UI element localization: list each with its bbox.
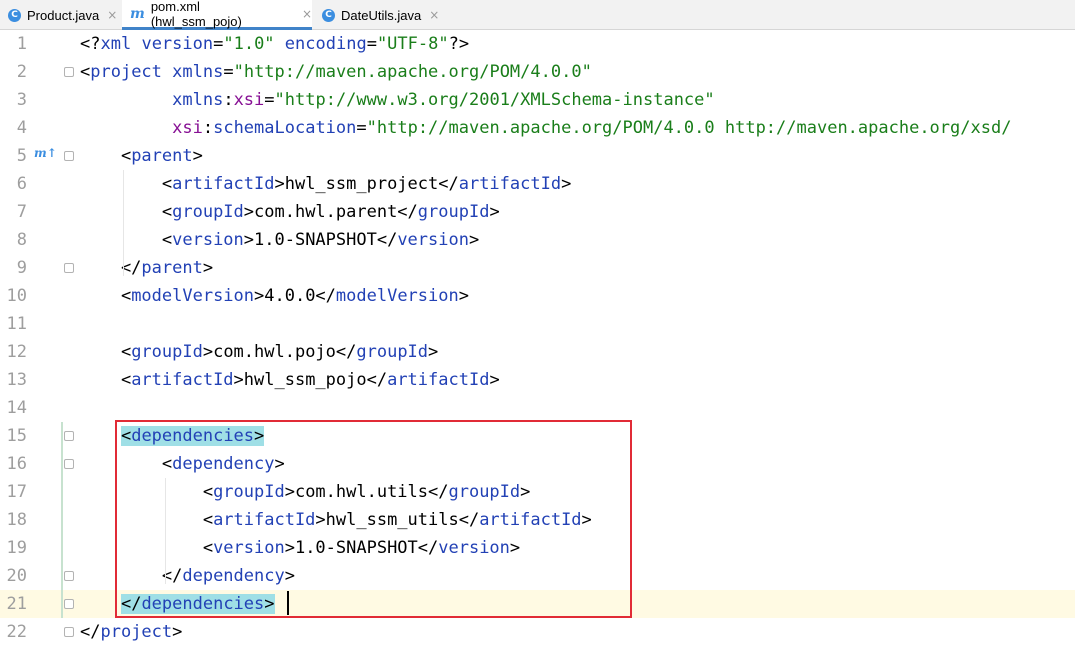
- vcs-change-marker[interactable]: [61, 422, 63, 618]
- line-number: 14: [6, 398, 27, 418]
- code-text: <modelVersion>4.0.0</modelVersion>: [80, 286, 469, 306]
- code-text: <project xmlns="http://maven.apache.org/…: [80, 62, 592, 82]
- line-number: 9: [16, 258, 27, 278]
- fold-toggle-icon[interactable]: [64, 599, 74, 609]
- line-number: 5: [16, 146, 27, 166]
- line-number: 4: [16, 118, 27, 138]
- code-line[interactable]: 9 </parent>: [0, 254, 1075, 282]
- code-text: <version>1.0-SNAPSHOT</version>: [80, 230, 480, 250]
- code-line[interactable]: 7 <groupId>com.hwl.parent</groupId>: [0, 198, 1075, 226]
- code-line[interactable]: 1 <?xml version="1.0" encoding="UTF-8"?>: [0, 30, 1075, 58]
- code-line[interactable]: 4 xsi:schemaLocation="http://maven.apach…: [0, 114, 1075, 142]
- fold-toggle-icon[interactable]: [64, 263, 74, 273]
- code-line[interactable]: 8 <version>1.0-SNAPSHOT</version>: [0, 226, 1075, 254]
- line-number: 18: [6, 510, 27, 530]
- code-text: <groupId>com.hwl.parent</groupId>: [80, 202, 500, 222]
- editor-tab-bar: C Product.java × m pom.xml (hwl_ssm_pojo…: [0, 0, 1075, 30]
- fold-toggle-icon[interactable]: [64, 459, 74, 469]
- tab-product-java[interactable]: C Product.java ×: [8, 0, 120, 30]
- line-number: 21: [6, 594, 27, 614]
- close-tab-icon[interactable]: ×: [302, 7, 312, 21]
- line-number: 1: [16, 34, 27, 54]
- fold-toggle-icon[interactable]: [64, 151, 74, 161]
- fold-toggle-icon[interactable]: [64, 67, 74, 77]
- tab-label: DateUtils.java: [341, 7, 422, 23]
- tab-pom-xml[interactable]: m pom.xml (hwl_ssm_pojo) ×: [122, 0, 312, 30]
- tab-label: Product.java: [27, 7, 100, 23]
- line-number: 8: [16, 230, 27, 250]
- selection-highlight-box: [115, 420, 632, 618]
- tab-label: pom.xml (hwl_ssm_pojo): [150, 0, 242, 29]
- code-line[interactable]: 6 <artifactId>hwl_ssm_project</artifactI…: [0, 170, 1075, 198]
- maven-parent-gutter-icon[interactable]: m↑: [34, 146, 57, 160]
- close-tab-icon[interactable]: ×: [107, 8, 117, 22]
- line-number: 11: [6, 314, 27, 334]
- indent-guide: [123, 170, 124, 276]
- fold-toggle-icon[interactable]: [64, 431, 74, 441]
- code-line[interactable]: 12 <groupId>com.hwl.pojo</groupId>: [0, 338, 1075, 366]
- code-line[interactable]: 11: [0, 310, 1075, 338]
- code-line[interactable]: 13 <artifactId>hwl_ssm_pojo</artifactId>: [0, 366, 1075, 394]
- tab-dateutils-java[interactable]: C DateUtils.java ×: [322, 0, 442, 30]
- code-line[interactable]: 2 <project xmlns="http://maven.apache.org…: [0, 58, 1075, 86]
- close-tab-icon[interactable]: ×: [429, 8, 439, 22]
- line-number: 2: [16, 62, 27, 82]
- code-text: <artifactId>hwl_ssm_pojo</artifactId>: [80, 370, 500, 390]
- code-line[interactable]: 14: [0, 394, 1075, 422]
- code-line[interactable]: 22 </project>: [0, 618, 1075, 646]
- code-text: xmlns:xsi="http://www.w3.org/2001/XMLSch…: [172, 90, 715, 110]
- code-text: <?xml version="1.0" encoding="UTF-8"?>: [80, 34, 470, 54]
- fold-toggle-icon[interactable]: [64, 627, 74, 637]
- text-caret: [287, 591, 289, 615]
- line-number: 17: [6, 482, 27, 502]
- code-text: xsi:schemaLocation="http://maven.apache.…: [172, 118, 1012, 138]
- line-number: 22: [6, 622, 27, 642]
- line-number: 6: [16, 174, 27, 194]
- code-text: <parent>: [80, 146, 203, 166]
- code-text: <groupId>com.hwl.pojo</groupId>: [80, 342, 439, 362]
- code-line[interactable]: 10 <modelVersion>4.0.0</modelVersion>: [0, 282, 1075, 310]
- line-number: 19: [6, 538, 27, 558]
- code-text: <artifactId>hwl_ssm_project</artifactId>: [80, 174, 572, 194]
- line-number: 3: [16, 90, 27, 110]
- line-number: 13: [6, 370, 27, 390]
- line-number: 16: [6, 454, 27, 474]
- code-text: </parent>: [80, 258, 214, 278]
- java-class-icon: C: [8, 8, 21, 22]
- line-number: 15: [6, 426, 27, 446]
- line-number: 12: [6, 342, 27, 362]
- code-line[interactable]: 3 xmlns:xsi="http://www.w3.org/2001/XMLS…: [0, 86, 1075, 114]
- maven-icon: m: [130, 5, 145, 22]
- line-number: 7: [16, 202, 27, 222]
- code-line[interactable]: 5 <parent>: [0, 142, 1075, 170]
- code-text: </project>: [80, 622, 183, 642]
- line-number: 20: [6, 566, 27, 586]
- fold-toggle-icon[interactable]: [64, 571, 74, 581]
- java-class-icon: C: [322, 8, 335, 22]
- line-number: 10: [6, 286, 27, 306]
